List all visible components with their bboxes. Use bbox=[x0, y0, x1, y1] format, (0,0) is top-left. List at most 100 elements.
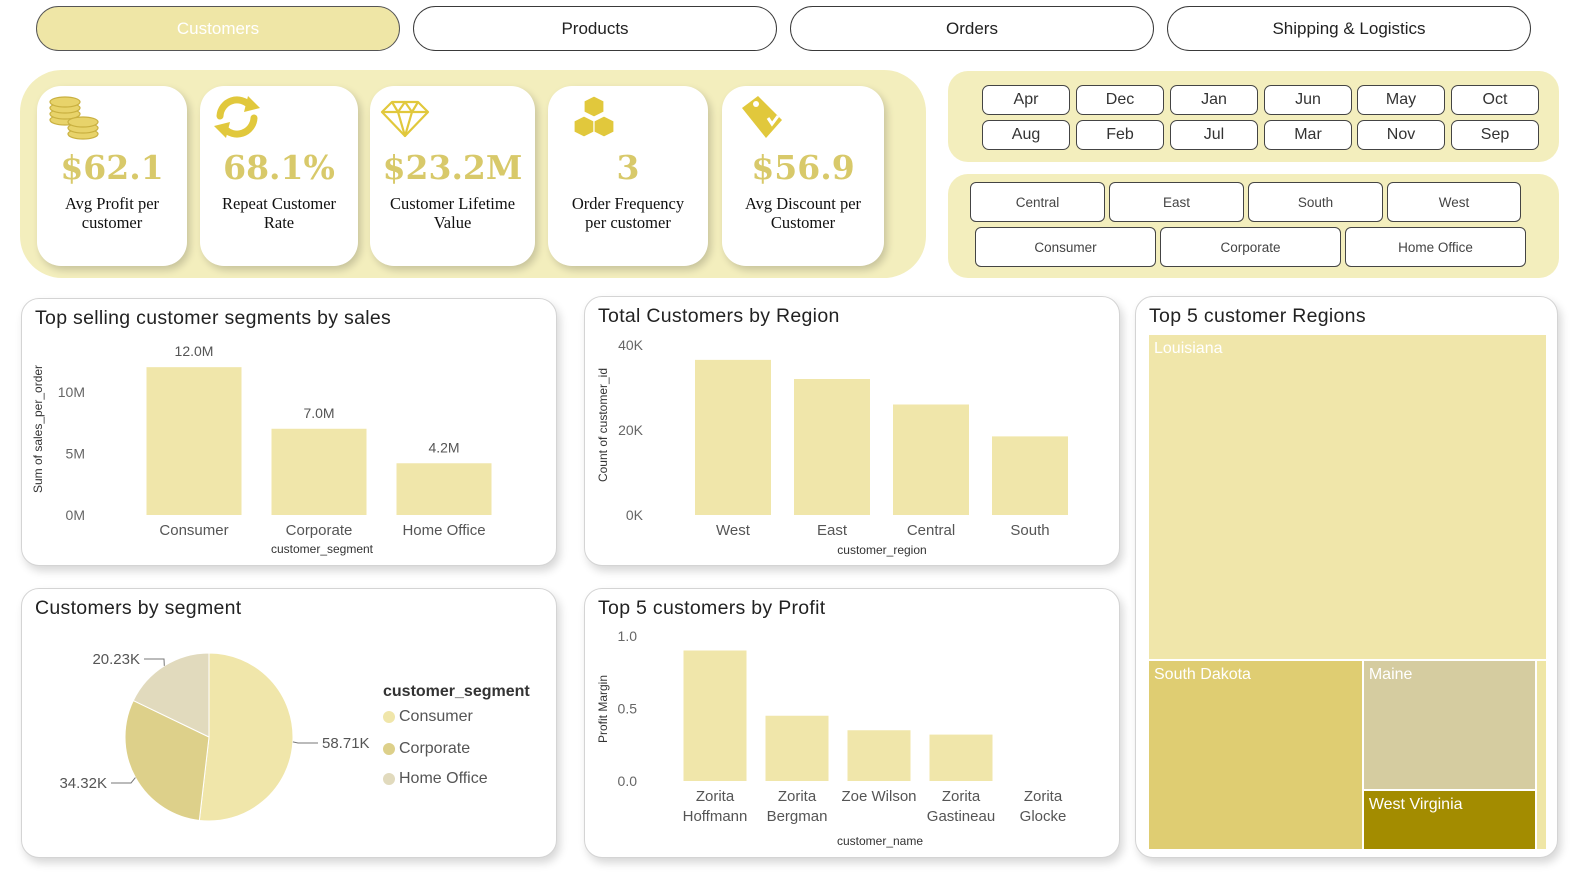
chart-card-customers-segment: Customers by segment 58.71K 34.32K 20.23K … bbox=[21, 588, 557, 858]
chart-card-top5-profit: Top 5 customers by Profit 0.0 0.5 1.0 Profi… bbox=[584, 588, 1120, 858]
legend-item-consumer[interactable]: Consumer bbox=[383, 708, 473, 726]
bar bbox=[847, 730, 911, 781]
slicer-month-may[interactable]: May bbox=[1357, 85, 1445, 115]
slicer-segment-consumer[interactable]: Consumer bbox=[975, 227, 1156, 267]
kpi-value: $62.1 bbox=[60, 148, 164, 187]
treemap-tile[interactable]: Louisiana bbox=[1148, 334, 1547, 661]
tab-shipping-logistics[interactable]: Shipping & Logistics bbox=[1167, 6, 1531, 51]
y-axis-label: Profit Margin bbox=[596, 675, 610, 743]
kpi-value: $56.9 bbox=[751, 148, 855, 187]
legend-item-home-office[interactable]: Home Office bbox=[383, 770, 488, 788]
slicer-month-aug[interactable]: Aug bbox=[982, 120, 1070, 150]
y-tick-label: 5M bbox=[66, 445, 85, 461]
slicer-month-jul[interactable]: Jul bbox=[1170, 120, 1258, 150]
y-tick-label: 0K bbox=[626, 507, 644, 523]
treemap-tile[interactable]: South Dakota bbox=[1148, 660, 1363, 850]
slicer-month-mar[interactable]: Mar bbox=[1264, 120, 1352, 150]
kpi-card-avg-profit: $62.1 Avg Profit per customer bbox=[37, 86, 187, 266]
slicer-month-jan[interactable]: Jan bbox=[1170, 85, 1258, 115]
treemap-tile[interactable]: West Virginia bbox=[1362, 790, 1536, 850]
month-slicer: Apr Dec Jan Jun May Oct Aug Feb Jul Mar … bbox=[948, 71, 1559, 162]
slicer-month-feb[interactable]: Feb bbox=[1076, 120, 1164, 150]
bar bbox=[765, 715, 829, 781]
x-tick-label: Home Office bbox=[402, 522, 485, 539]
y-tick-label: 20K bbox=[618, 422, 644, 438]
data-label: 7.0M bbox=[303, 405, 334, 421]
leader-line bbox=[144, 658, 165, 666]
bar bbox=[695, 359, 771, 515]
y-tick-label: 0M bbox=[66, 507, 85, 523]
slicer-month-apr[interactable]: Apr bbox=[982, 85, 1070, 115]
chart-card-segments-sales: Top selling customer segments by sales 0… bbox=[21, 298, 557, 566]
x-tick-label: Central bbox=[907, 522, 955, 539]
kpi-label: Avg Profit per customer bbox=[64, 194, 160, 232]
bar bbox=[146, 367, 242, 515]
boxes-icon bbox=[573, 95, 615, 138]
data-label: 20.23K bbox=[92, 651, 140, 668]
legend-dot bbox=[383, 743, 395, 755]
coins-icon bbox=[49, 96, 99, 140]
bar bbox=[271, 428, 367, 515]
bar bbox=[929, 734, 993, 781]
tab-products[interactable]: Products bbox=[413, 6, 777, 51]
kpi-label: Avg Discount per Customer bbox=[744, 194, 862, 232]
y-axis-label: Sum of sales_per_order bbox=[31, 365, 45, 493]
slicer-region-central[interactable]: Central bbox=[970, 182, 1105, 222]
kpi-card-order-frequency: 3 Order Frequency per customer bbox=[548, 86, 708, 266]
slicer-month-oct[interactable]: Oct bbox=[1451, 85, 1539, 115]
legend-title: customer_segment bbox=[383, 683, 530, 700]
kpi-card-avg-discount: $56.9 Avg Discount per Customer bbox=[722, 86, 884, 266]
y-axis-label: Count of customer_id bbox=[596, 368, 610, 482]
slicer-month-jun[interactable]: Jun bbox=[1264, 85, 1352, 115]
tab-customers[interactable]: Customers bbox=[36, 6, 400, 51]
bar-chart-top5-profit: 0.0 0.5 1.0 Profit Margin Zorita Hoffmann Zori… bbox=[596, 628, 1067, 848]
data-label: 12.0M bbox=[175, 343, 214, 359]
x-axis-label: customer_name bbox=[837, 834, 923, 848]
bar bbox=[396, 463, 492, 515]
slicer-segment-corporate[interactable]: Corporate bbox=[1160, 227, 1341, 267]
bar bbox=[794, 379, 870, 515]
slicer-month-nov[interactable]: Nov bbox=[1357, 120, 1445, 150]
region-segment-slicer: Central East South West Consumer Corpora… bbox=[948, 174, 1559, 278]
slicer-region-west[interactable]: West bbox=[1387, 182, 1521, 222]
treemap-label: Maine bbox=[1368, 666, 1413, 684]
legend-dot bbox=[383, 773, 395, 785]
x-axis-label: customer_region bbox=[837, 543, 926, 557]
treemap-top5-regions: Louisiana South Dakota Maine West Virginia bbox=[1148, 334, 1547, 850]
slicer-month-dec[interactable]: Dec bbox=[1076, 85, 1164, 115]
leader-line bbox=[111, 777, 136, 784]
slicer-region-east[interactable]: East bbox=[1109, 182, 1244, 222]
y-tick-label: 1.0 bbox=[618, 628, 638, 644]
x-tick-label: South bbox=[1010, 522, 1049, 539]
bar-chart-segments-sales: 0M 5M 10M Sum of sales_per_order 12.0M Consum… bbox=[31, 343, 492, 556]
data-label: 58.71K bbox=[322, 735, 370, 752]
legend-item-corporate[interactable]: Corporate bbox=[383, 740, 470, 758]
y-tick-label: 40K bbox=[618, 337, 644, 353]
kpi-value: $23.2M bbox=[382, 148, 523, 187]
kpi-card-lifetime-value: $23.2M Customer Lifetime Value bbox=[370, 86, 535, 266]
kpi-value: 3 bbox=[616, 148, 640, 187]
x-tick-label: West bbox=[716, 522, 751, 539]
bar bbox=[992, 436, 1068, 515]
slicer-segment-home-office[interactable]: Home Office bbox=[1345, 227, 1526, 267]
treemap-tile[interactable] bbox=[1535, 660, 1547, 850]
slicer-region-south[interactable]: South bbox=[1248, 182, 1383, 222]
y-tick-label: 0.5 bbox=[618, 701, 638, 717]
slicer-month-sep[interactable]: Sep bbox=[1451, 120, 1539, 150]
pie-chart-customers-segment: 58.71K 34.32K 20.23K bbox=[59, 651, 370, 822]
treemap-label: Louisiana bbox=[1154, 340, 1223, 357]
treemap-tile[interactable]: Maine bbox=[1362, 660, 1536, 791]
x-tick-label: Gastineau bbox=[927, 808, 995, 825]
treemap-label: West Virginia bbox=[1368, 796, 1463, 814]
x-tick-label: Bergman bbox=[767, 808, 828, 825]
tab-orders[interactable]: Orders bbox=[790, 6, 1154, 51]
x-tick-label: Zorita bbox=[1024, 788, 1063, 805]
chart-card-customers-region: Total Customers by Region 0K 20K 40K Count … bbox=[584, 296, 1120, 566]
data-label: 34.32K bbox=[59, 775, 107, 792]
chart-card-top5-regions: Top 5 customer Regions Louisiana South Da… bbox=[1135, 296, 1558, 858]
bar bbox=[683, 650, 747, 781]
x-tick-label: Glocke bbox=[1020, 808, 1067, 825]
diamond-icon bbox=[380, 100, 430, 138]
leader-line bbox=[292, 741, 318, 744]
chart-title: Top 5 customer Regions bbox=[1149, 305, 1366, 327]
